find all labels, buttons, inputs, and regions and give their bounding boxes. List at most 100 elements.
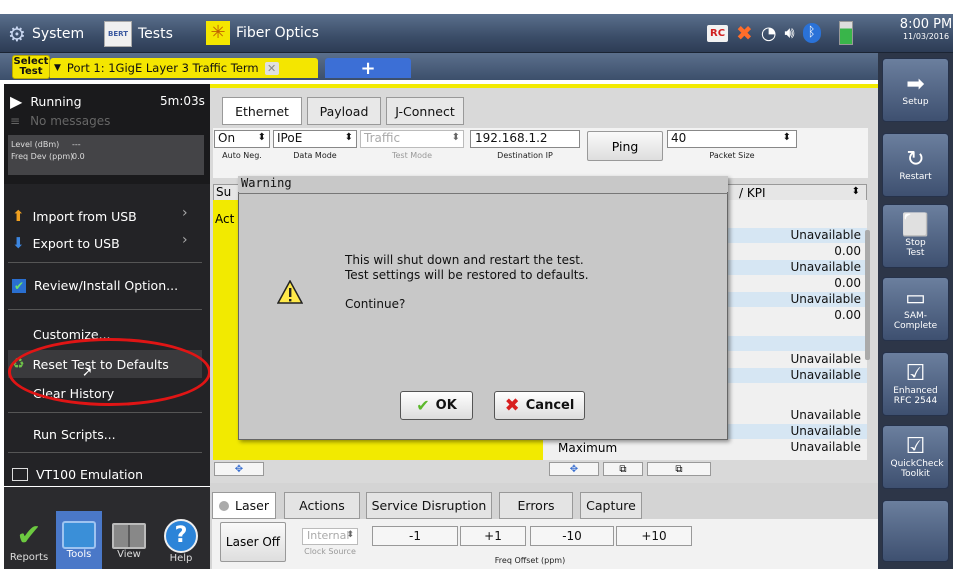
run-scripts-item[interactable]: Run Scripts...	[33, 427, 116, 442]
dialog-message-line3: Continue?	[345, 297, 406, 311]
empty-toolbar-slot	[882, 500, 949, 562]
checklist-icon: ☑	[905, 361, 926, 386]
select-test-button[interactable]: Select Test	[12, 55, 50, 79]
import-from-usb-item[interactable]: ⬆ Import from USB	[12, 207, 137, 225]
view-button[interactable]: View	[106, 513, 152, 569]
auto-neg-value: On	[218, 131, 236, 145]
help-button[interactable]: ? Help	[158, 513, 204, 569]
view-label: View	[117, 548, 141, 560]
freq-plus-1-button[interactable]: +1	[460, 526, 526, 546]
chevron-right-icon: ›	[182, 232, 188, 248]
checklist-icon: ☑	[905, 434, 926, 459]
restart-icon: ↻	[906, 147, 925, 172]
vt100-emulation-item[interactable]: VT100 Emulation	[12, 467, 143, 482]
enhanced-rfc-label: Enhanced RFC 2544	[893, 386, 938, 406]
reports-label: Reports	[9, 551, 49, 563]
tests-label: Tests	[138, 26, 173, 42]
restart-button[interactable]: ↻ Restart	[882, 133, 949, 197]
review-install-option-item[interactable]: ✔ Review/Install Option...	[12, 278, 178, 293]
messages-icon: ≡	[10, 114, 21, 128]
quickcheck-toolkit-button[interactable]: ☑ QuickCheck Toolkit	[882, 425, 949, 489]
tests-button[interactable]: BERT Tests	[104, 21, 173, 47]
cancel-button[interactable]: ✖ Cancel	[494, 391, 585, 420]
sam-complete-label: SAM-Complete	[893, 311, 938, 331]
network-icon: ✖	[736, 21, 753, 45]
checkbox-icon: ✔	[12, 278, 26, 293]
setup-button[interactable]: ➡ Setup	[882, 58, 949, 122]
battery-icon	[838, 21, 853, 45]
tab-payload[interactable]: Payload	[307, 97, 381, 125]
data-mode-select[interactable]: IPoE ⬍	[273, 130, 357, 148]
chevron-right-icon: ›	[182, 205, 188, 221]
x-icon: ✖	[504, 395, 520, 416]
move-pane-icon[interactable]: ✥	[549, 462, 599, 476]
tab-laser-label: Laser	[235, 498, 269, 513]
tab-actions[interactable]: Actions	[284, 492, 360, 519]
export-to-usb-item[interactable]: ⬇ Export to USB	[12, 234, 120, 252]
laser-off-button[interactable]: Laser Off	[220, 522, 286, 562]
menu-divider	[8, 412, 202, 413]
tab-errors[interactable]: Errors	[499, 492, 573, 519]
tab-port-1[interactable]: ▼ Port 1: 1GigE Layer 3 Traffic Term ✕	[50, 58, 318, 78]
freq-plus-10-button[interactable]: +10	[616, 526, 692, 546]
warning-icon	[277, 280, 303, 304]
close-tab-icon[interactable]: ✕	[264, 61, 279, 75]
table-scrollbar[interactable]	[865, 230, 870, 360]
enhanced-rfc-2544-button[interactable]: ☑ Enhanced RFC 2544	[882, 352, 949, 416]
terminal-icon	[12, 468, 28, 481]
tab-ethernet[interactable]: Ethernet	[222, 97, 302, 125]
ping-button[interactable]: Ping	[587, 131, 663, 161]
menu-divider	[8, 262, 202, 263]
tab-service-disruption[interactable]: Service Disruption	[366, 492, 492, 519]
packet-size-select[interactable]: 40 ⬍	[667, 130, 797, 148]
toolbox-icon	[62, 520, 96, 549]
stop-test-button[interactable]: ⬜ Stop Test	[882, 204, 949, 268]
move-pane-icon[interactable]: ✥	[214, 462, 264, 476]
test-mode-value: Traffic	[364, 131, 401, 145]
clock: 8:00 PM 11/03/2016	[899, 17, 953, 41]
clock-source-select: Internal ⬍	[302, 528, 358, 545]
reports-button[interactable]: ✔ Reports	[6, 513, 52, 569]
tab-laser[interactable]: Laser	[212, 492, 276, 519]
system-label: System	[31, 26, 85, 42]
data-mode-value: IPoE	[277, 131, 303, 145]
menu-divider	[8, 452, 202, 453]
setup-label: Setup	[902, 97, 929, 107]
tools-button[interactable]: Tools	[56, 511, 102, 569]
gear-icon: ⚙	[8, 22, 26, 46]
updown-icon: ⬍	[257, 132, 266, 143]
laser-status-icon	[219, 500, 230, 511]
freq-offset-label: Freq Offset (ppm)	[494, 556, 566, 565]
export-label: Export to USB	[32, 235, 120, 251]
bert-icon: BERT	[104, 21, 132, 47]
level-value: ---	[72, 140, 81, 149]
ok-button[interactable]: ✔ OK	[400, 391, 473, 420]
status-icons: RC ✖ ◔ 🔊︎ ᛒ	[707, 21, 853, 45]
add-test-tab[interactable]: +	[325, 58, 411, 79]
clock-source-label: Clock Source	[304, 547, 356, 556]
help-label: Help	[169, 552, 193, 564]
updown-icon: ⬍	[451, 132, 460, 143]
copy-icon[interactable]: ⧉	[603, 462, 643, 476]
checkmark-icon: ✔	[16, 517, 42, 553]
remote-control-icon: RC	[707, 24, 729, 42]
tab-capture[interactable]: Capture	[580, 492, 642, 519]
elapsed-time: 5m:03s	[160, 94, 205, 108]
freq-minus-1-button[interactable]: -1	[372, 526, 458, 546]
fiber-optics-label: Fiber Optics	[236, 25, 319, 41]
sam-complete-button[interactable]: ▭ SAM-Complete	[882, 277, 949, 341]
paste-icon[interactable]: ⧉	[647, 462, 711, 476]
freq-minus-10-button[interactable]: -10	[530, 526, 614, 546]
messages-row[interactable]: ≡ No messages	[10, 114, 110, 128]
data-mode-label: Data Mode	[293, 151, 337, 160]
system-button[interactable]: ⚙ System	[8, 22, 84, 46]
destination-ip-field[interactable]: 192.168.1.2	[470, 130, 580, 148]
tab-j-connect[interactable]: J-Connect	[386, 97, 464, 125]
download-icon: ⬇	[12, 234, 25, 252]
fiber-optics-icon: ✳	[206, 21, 230, 45]
updown-icon: ⬍	[782, 132, 791, 143]
fiber-optics-button[interactable]: ✳ Fiber Optics	[206, 21, 319, 45]
auto-neg-select[interactable]: On ⬍	[214, 130, 270, 148]
chevron-down-icon: ▼	[54, 63, 61, 73]
dialog-message-line1: This will shut down and restart the test…	[345, 253, 584, 267]
